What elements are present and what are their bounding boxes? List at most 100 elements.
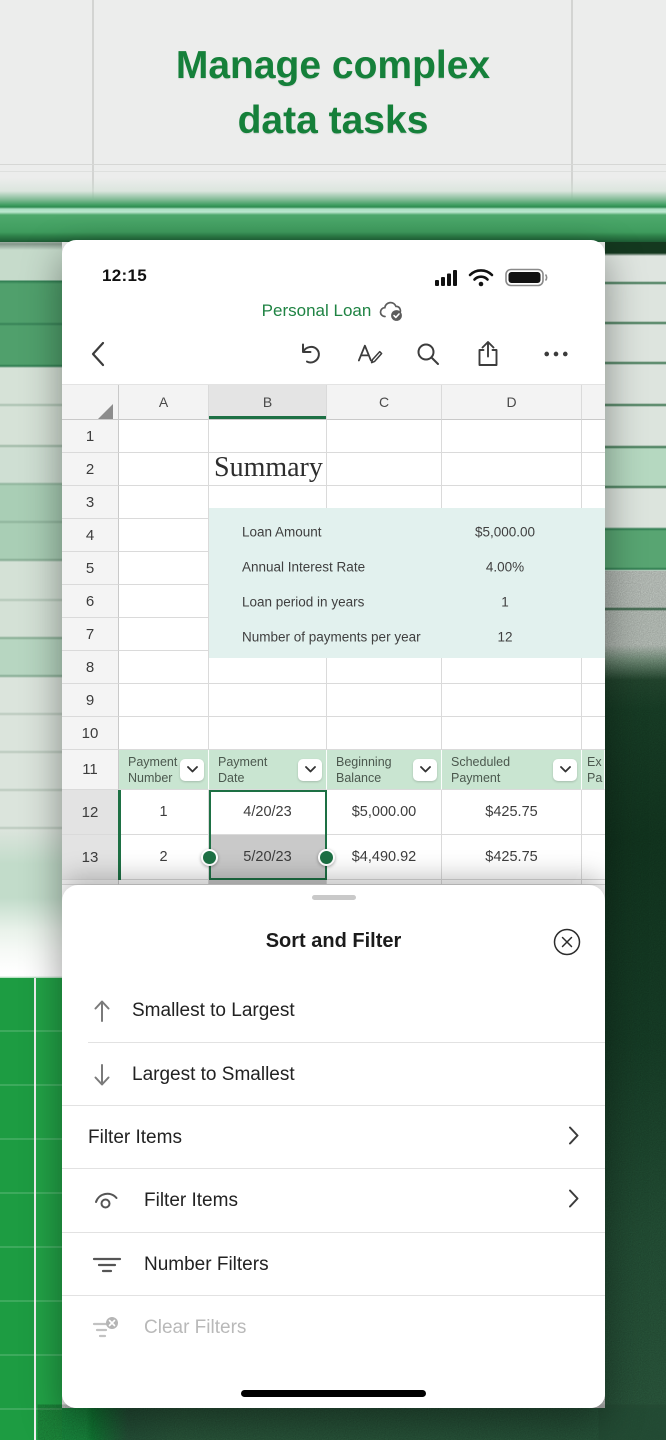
cell[interactable] [327,684,442,717]
cell[interactable] [582,717,605,750]
sheet-drag-handle[interactable] [312,895,356,900]
cell-C12[interactable]: $5,000.00 [327,790,442,835]
column-header-E-sliver[interactable] [582,385,605,420]
row-header-4[interactable]: 4 [62,519,119,552]
row-header-8[interactable]: 8 [62,651,119,684]
menu-item-smallest-to-largest[interactable]: Smallest to Largest [62,979,605,1042]
cell[interactable] [327,717,442,750]
row-header-7[interactable]: 7 [62,618,119,651]
table-header-payment-date[interactable]: PaymentDate [209,750,327,790]
back-button[interactable] [84,340,110,368]
green-band-decoration [0,178,666,242]
panel-title: Sort and Filter [62,930,605,953]
cell[interactable] [442,453,582,486]
format-text-pen-icon [357,341,383,367]
hero-heading: Manage complex data tasks [0,38,666,148]
summary-value: 1 [445,594,565,609]
undo-button[interactable] [298,340,324,368]
chevron-right-icon [568,1125,579,1145]
column-header-A[interactable]: A [119,385,209,420]
cell[interactable] [209,717,327,750]
battery-icon [505,268,549,287]
cell[interactable] [442,684,582,717]
sheet-row-2: 2 [62,453,605,486]
cell-E12[interactable] [582,790,605,835]
menu-item-label: Clear Filters [144,1317,246,1339]
row-header-5[interactable]: 5 [62,552,119,585]
cell[interactable] [327,453,442,486]
summary-row: Annual Interest Rate4.00% [209,550,605,583]
cell[interactable] [119,420,209,453]
format-text-button[interactable] [357,340,383,368]
menu-item-number-filters[interactable]: Number Filters [62,1233,605,1296]
close-button[interactable] [553,928,581,956]
cell-E13[interactable] [582,835,605,880]
cell[interactable] [582,420,605,453]
row-header-2[interactable]: 2 [62,453,119,486]
ellipsis-icon [543,350,569,358]
home-indicator[interactable] [241,1390,426,1397]
table-header-scheduled-payment[interactable]: ScheduledPayment [442,750,582,790]
cell[interactable] [119,651,209,684]
column-header-D[interactable]: D [442,385,582,420]
select-all-cell[interactable] [62,385,119,420]
column-header-row: A B C D [62,385,605,420]
chevron-down-icon [420,766,431,773]
hero-gridline-horizontal [0,164,666,165]
cell[interactable] [442,717,582,750]
row-header-9[interactable]: 9 [62,684,119,717]
cell[interactable] [119,618,209,651]
menu-item-filter-items-visible[interactable]: Filter Items [62,1169,605,1232]
cell[interactable] [119,453,209,486]
cell[interactable] [119,486,209,519]
cell[interactable] [209,684,327,717]
table-header-beginning-balance[interactable]: BeginningBalance [327,750,442,790]
cell[interactable] [582,684,605,717]
sheet-title-cell[interactable]: Summary [214,449,323,486]
row-header-12[interactable]: 12 [62,790,119,835]
filter-dropdown-button[interactable] [413,759,437,781]
cell-A13[interactable]: 2 [119,835,209,880]
cell-D13[interactable]: $425.75 [442,835,582,880]
column-header-C[interactable]: C [327,385,442,420]
cell[interactable] [582,453,605,486]
filter-dropdown-button[interactable] [553,759,577,781]
selection-handle-left[interactable] [201,849,218,866]
table-header-payment-number[interactable]: PaymentNumber [119,750,209,790]
row-header-6[interactable]: 6 [62,585,119,618]
cell-D12[interactable]: $425.75 [442,790,582,835]
close-circle-icon [553,928,581,956]
cell[interactable] [119,519,209,552]
cell-A12[interactable]: 1 [119,790,209,835]
cell[interactable] [442,420,582,453]
cell-B13-selected[interactable]: 5/20/23 [209,835,327,880]
cell[interactable] [327,420,442,453]
document-title[interactable]: Personal Loan [262,301,372,321]
table-header-extra-truncated[interactable]: ExPa [582,750,605,790]
filter-dropdown-button[interactable] [180,759,204,781]
row-header-10[interactable]: 10 [62,717,119,750]
share-button[interactable] [475,340,501,368]
sheet-row-12: 12 1 4/20/23 $5,000.00 $425.75 [62,790,605,835]
search-button[interactable] [415,340,441,368]
menu-item-largest-to-smallest[interactable]: Largest to Smallest [62,1043,605,1106]
row-header-1[interactable]: 1 [62,420,119,453]
more-button[interactable] [543,340,569,368]
cell[interactable] [119,684,209,717]
row-header-11[interactable]: 11 [62,750,119,790]
column-header-B[interactable]: B [209,385,327,420]
row-header-13[interactable]: 13 [62,835,119,880]
filter-dropdown-button[interactable] [298,759,322,781]
summary-value: 12 [445,629,565,644]
selection-handle-right[interactable] [318,849,335,866]
row-header-3[interactable]: 3 [62,486,119,519]
cell[interactable] [119,552,209,585]
cell[interactable] [119,585,209,618]
phone-screenshot-card: 12:15 Personal Loan [62,240,605,1408]
cell[interactable] [119,717,209,750]
menu-item-filter-items[interactable]: Filter Items [62,1106,605,1169]
cell-C13[interactable]: $4,490.92 [327,835,442,880]
summary-value: 4.00% [445,559,565,574]
status-time: 12:15 [102,266,147,286]
cell-B12[interactable]: 4/20/23 [209,790,327,835]
